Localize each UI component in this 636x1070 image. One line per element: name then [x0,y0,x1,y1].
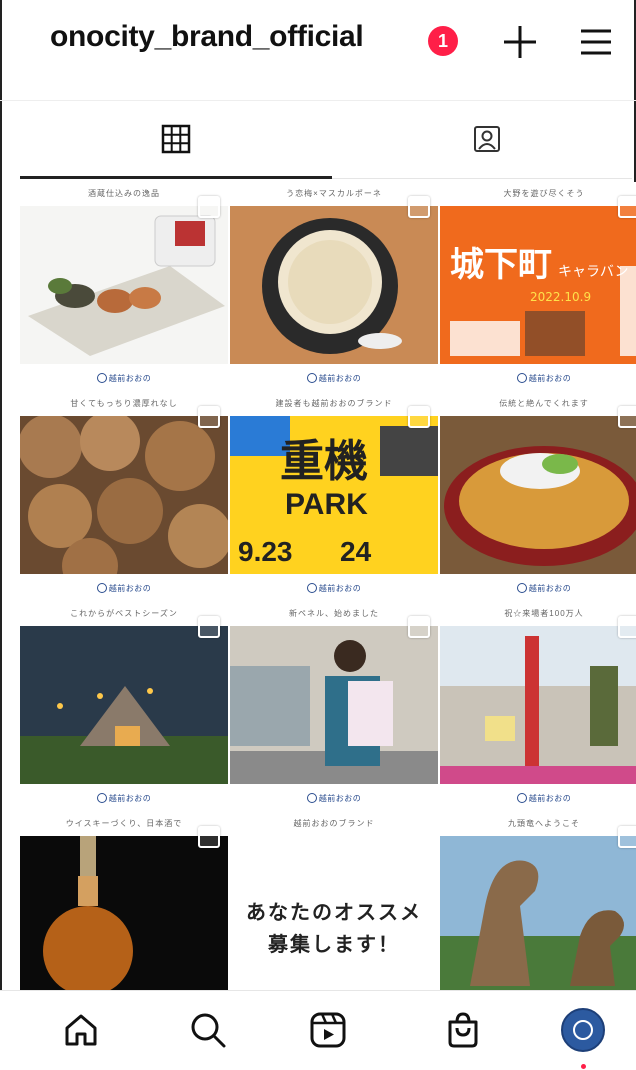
poster-title: 城下町 [450,245,552,285]
post-image [20,836,228,994]
post-tile[interactable]: 祝☆来場者100万人 越前おおの [440,602,636,812]
active-indicator-dot [581,1064,586,1069]
brand-logo: 越前おおの [96,583,152,594]
tagged-person-icon [474,126,500,152]
post-image [230,626,438,784]
reels-icon [310,1012,346,1048]
plus-icon[interactable] [500,22,540,62]
poster-date: 2022.10.9 [530,290,591,304]
post-image: 城下町 キャラバン 2022.10.9 [440,206,636,364]
multiple-photos-icon [618,196,636,218]
multiple-photos-icon [408,196,430,218]
post-caption: 九頭竜へようこそ [508,819,580,828]
profile-tabs [0,100,636,180]
post-caption: 新ペネル、始めました [289,609,379,618]
post-tile[interactable]: 酒蔵仕込みの逸品 越前おおの [20,182,228,392]
nav-profile[interactable] [560,1007,606,1053]
post-caption: う恋梅×マスカルポーネ [286,189,382,198]
brand-logo: 越前おおの [96,373,152,384]
post-caption: ウイスキーづくり、日本酒で [65,819,183,828]
post-tile[interactable]: 大野を遊び尽くそう 城下町 キャラバン 2022.10.9 越前おおの [440,182,636,392]
poster-subtitle: PARK [285,488,368,521]
profile-avatar-icon [561,1008,605,1052]
multiple-photos-icon [618,406,636,428]
multiple-photos-icon [618,826,636,848]
post-image: あなたのオススメ 募集します！ [230,836,438,994]
grid-tab[interactable] [20,100,332,178]
home-icon [65,1014,97,1046]
post-image [440,626,636,784]
post-tile[interactable]: 伝統と絶んでくれます 越前おおの [440,392,636,602]
multiple-photos-icon [198,196,220,218]
post-caption: 建設者も越前おおのブランド [275,399,393,408]
shop-bag-icon [448,1012,478,1048]
brand-logo: 越前おおの [516,793,572,804]
menu-icon[interactable] [578,24,614,60]
post-image [20,626,228,784]
brand-logo: 越前おおの [96,793,152,804]
brand-logo: 越前おおの [306,583,362,594]
post-tile[interactable]: これからがベストシーズン 越前おおの [20,602,228,812]
multiple-photos-icon [198,616,220,638]
poster-date-second: 24 [340,536,372,567]
poster-subtitle: キャラバン [558,264,629,280]
active-tab-indicator [20,176,332,179]
multiple-photos-icon [408,406,430,428]
post-image [20,416,228,574]
post-caption: 甘くてもっちり濃厚れなし [70,399,178,408]
multiple-photos-icon [408,616,430,638]
brand-logo: 越前おおの [516,583,572,594]
brand-logo: 越前おおの [516,373,572,384]
nav-shop[interactable] [440,1007,486,1053]
notification-badge[interactable]: 1 [428,26,458,56]
post-caption: 祝☆来場者100万人 [504,609,584,618]
post-caption: 伝統と絶んでくれます [499,399,589,408]
nav-home[interactable] [58,1007,104,1053]
post-tile[interactable]: 新ペネル、始めました 越前おおの [230,602,438,812]
profile-header: onocity_brand_official 1 [0,0,636,101]
multiple-photos-icon [618,616,636,638]
search-icon [191,1013,226,1048]
tagged-tab[interactable] [332,100,636,178]
post-caption: 酒蔵仕込みの逸品 [88,189,160,198]
post-image [440,416,636,574]
recommendation-text: あなたのオススメ 募集します！ [246,900,422,956]
post-tile[interactable]: う恋梅×マスカルポーネ 越前おおの [230,182,438,392]
post-tile[interactable]: 甘くてもっちり濃厚れなし 越前おおの [20,392,228,602]
multiple-photos-icon [198,406,220,428]
nav-reels[interactable] [305,1007,351,1053]
post-caption: 大野を遊び尽くそう [503,189,585,198]
brand-logo: 越前おおの [306,373,362,384]
post-image [20,206,228,364]
grid-icon [161,124,191,154]
nav-search[interactable] [185,1007,231,1053]
post-tile[interactable]: 建設者も越前おおのブランド 重機 PARK 9.23 24 越前おおの [230,392,438,602]
post-image [230,206,438,364]
multiple-photos-icon [198,826,220,848]
post-caption: 越前おおのブランド [293,819,375,828]
post-image: 重機 PARK 9.23 24 [230,416,438,574]
poster-title: 重機 [280,436,368,487]
profile-username[interactable]: onocity_brand_official [50,20,364,54]
poster-date: 9.23 [238,536,293,567]
post-caption: これからがベストシーズン [70,609,178,618]
bottom-navigation [0,990,636,1070]
post-image [440,836,636,994]
brand-logo: 越前おおの [306,793,362,804]
